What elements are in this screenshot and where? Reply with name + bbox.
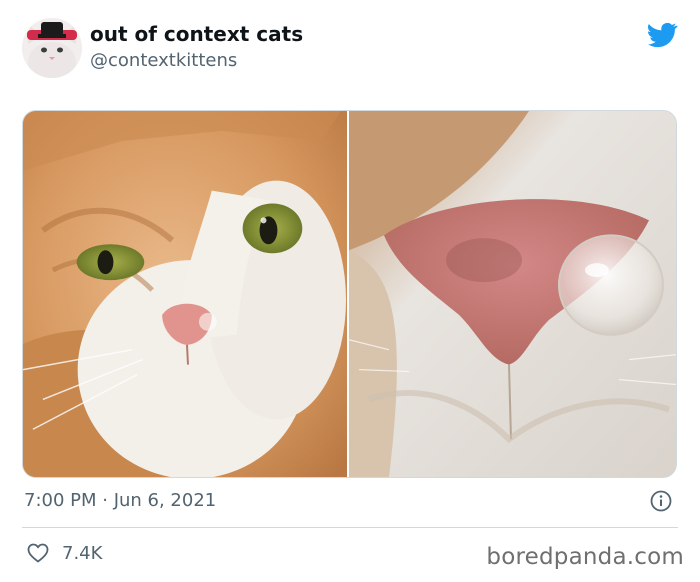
orange-white-cat-face-photo xyxy=(23,111,347,477)
avatar[interactable] xyxy=(22,18,82,78)
twitter-bird-icon[interactable] xyxy=(646,20,678,50)
like-button[interactable]: 7.4K xyxy=(26,541,102,565)
tweet-media xyxy=(22,110,677,478)
info-icon[interactable] xyxy=(650,490,672,512)
cat-nose-closeup-photo[interactable] xyxy=(349,111,676,477)
watermark: boredpanda.com xyxy=(486,544,684,570)
avatar-cat-icon xyxy=(22,18,82,78)
display-name[interactable]: out of context cats xyxy=(90,22,303,46)
tweet-timestamp[interactable]: 7:00 PM · Jun 6, 2021 xyxy=(24,490,216,511)
heart-icon xyxy=(27,543,49,563)
cat-nose-with-bubble-closeup-photo xyxy=(349,111,676,477)
divider xyxy=(22,527,678,528)
like-count: 7.4K xyxy=(62,542,103,564)
tweet-header: out of context cats @contextkittens xyxy=(22,18,682,80)
cat-face-photo[interactable] xyxy=(23,111,349,477)
user-handle[interactable]: @contextkittens xyxy=(90,50,237,71)
